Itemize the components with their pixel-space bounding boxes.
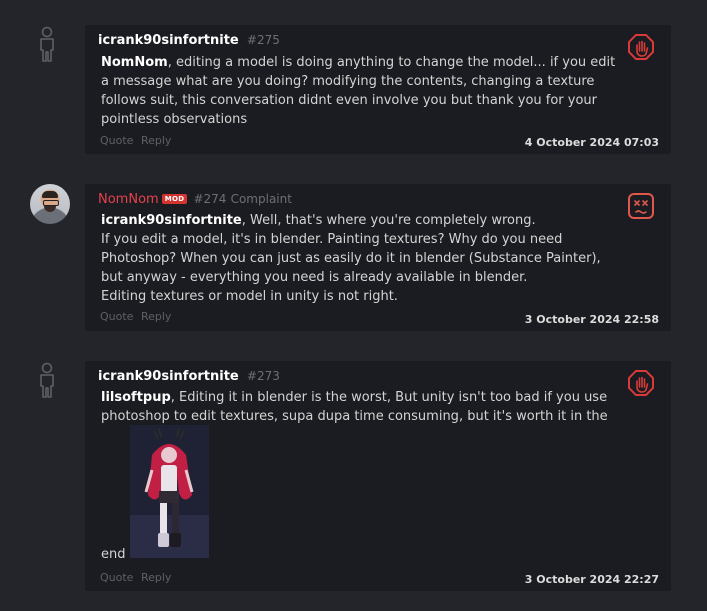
- post-body: icrank90sinfortnite, Well, that's where …: [101, 211, 626, 306]
- avatar-photo[interactable]: [30, 184, 70, 224]
- post-text-line: Editing textures or model in unity is no…: [101, 289, 398, 304]
- user-silhouette-icon: [40, 26, 54, 62]
- mention[interactable]: NomNom: [101, 55, 168, 70]
- post-actions: Quote Reply: [100, 571, 171, 584]
- post-text: , Editing it in blender is the worst, Bu…: [101, 390, 608, 424]
- post-date: 3 October 2024 22:58: [524, 313, 659, 326]
- post-text-line: If you edit a model, it's in blender. Pa…: [101, 232, 601, 285]
- stop-hand-icon: [628, 34, 654, 60]
- post-header: NomNom MOD #274 Complaint: [98, 192, 292, 207]
- avatar[interactable]: [36, 362, 78, 404]
- post-actions: Quote Reply: [100, 134, 171, 147]
- reply-link[interactable]: Reply: [141, 134, 171, 147]
- embedded-image[interactable]: [130, 425, 209, 558]
- post-text-line: , Well, that's where you're completely w…: [241, 213, 536, 228]
- stop-hand-icon: [628, 370, 654, 396]
- post-header: icrank90sinfortnite #273: [98, 369, 280, 384]
- quote-link[interactable]: Quote: [100, 134, 133, 147]
- post-header: icrank90sinfortnite #275: [98, 33, 280, 48]
- post-date: 3 October 2024 22:27: [524, 573, 659, 586]
- post-card: NomNom MOD #274 Complaint icrank90sinfort…: [85, 184, 671, 331]
- reply-link[interactable]: Reply: [141, 310, 171, 323]
- post-card: icrank90sinfortnite #273 lilsoftpup, Edi…: [85, 361, 671, 591]
- author-name[interactable]: NomNom: [98, 192, 159, 207]
- quote-link[interactable]: Quote: [100, 310, 133, 323]
- avatar[interactable]: [30, 184, 72, 226]
- author-name[interactable]: icrank90sinfortnite: [98, 33, 239, 48]
- mention[interactable]: icrank90sinfortnite: [101, 213, 242, 228]
- mention[interactable]: lilsoftpup: [101, 390, 171, 405]
- post-text: , editing a model is doing anything to c…: [101, 55, 616, 127]
- post-card: icrank90sinfortnite #275 NomNom, editing…: [85, 25, 671, 154]
- user-silhouette-icon: [40, 362, 54, 398]
- author-name[interactable]: icrank90sinfortnite: [98, 369, 239, 384]
- post-number[interactable]: #273: [247, 369, 280, 383]
- post-body: NomNom, editing a model is doing anythin…: [101, 53, 626, 129]
- post-number[interactable]: #274: [193, 192, 226, 206]
- mod-badge: MOD: [161, 194, 188, 204]
- post-number[interactable]: #275: [247, 33, 280, 47]
- reply-link[interactable]: Reply: [141, 571, 171, 584]
- post-text-end: end: [101, 547, 126, 562]
- post-date: 4 October 2024 07:03: [524, 136, 659, 149]
- dizzy-face-icon: [628, 193, 654, 219]
- post-actions: Quote Reply: [100, 310, 171, 323]
- avatar[interactable]: [36, 26, 78, 68]
- complaint-link[interactable]: Complaint: [231, 192, 292, 206]
- quote-link[interactable]: Quote: [100, 571, 133, 584]
- post-body: lilsoftpup, Editing it in blender is the…: [101, 388, 626, 426]
